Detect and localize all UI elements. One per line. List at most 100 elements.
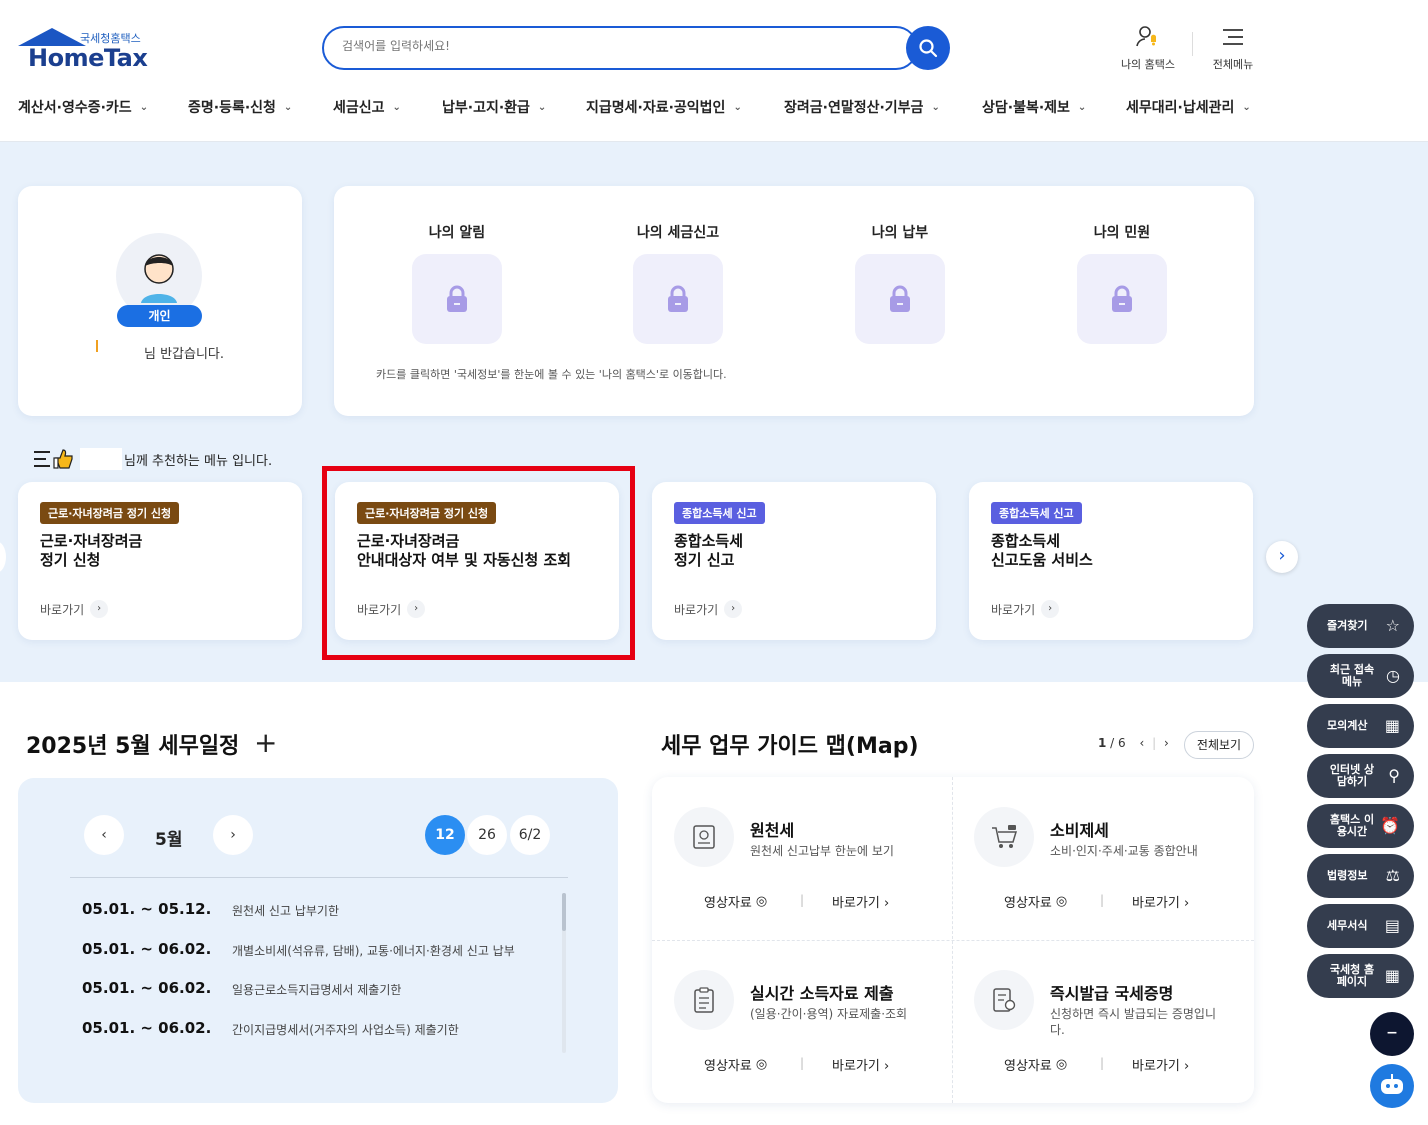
shortcut-label: 바로가기 xyxy=(832,896,880,911)
recommend-card-title: 종합소득세 신고도움 서비스 xyxy=(991,532,1093,570)
quick-law-button[interactable]: 법령정보 ⚖ xyxy=(1307,854,1414,898)
tile-box xyxy=(412,254,502,344)
date-chip[interactable]: 26 xyxy=(467,815,507,855)
video-link[interactable]: 영상자료 ◎ xyxy=(704,892,767,911)
schedule-list: 05.01. ~ 05.12. 원천세 신고 납부기한 05.01. ~ 06.0… xyxy=(82,900,552,1058)
carousel-next-button[interactable]: › xyxy=(1266,541,1298,573)
video-link[interactable]: 영상자료 ◎ xyxy=(704,1055,767,1074)
gnb-item[interactable]: 계산서·영수증·카드 ⌄ xyxy=(18,96,188,118)
gnb-item[interactable]: 세무대리·납세관리 ⌄ xyxy=(1126,96,1266,118)
chevron-down-icon: ⌄ xyxy=(392,101,401,113)
quick-forms-button[interactable]: 세무서식 ▤ xyxy=(1307,904,1414,948)
recommend-card[interactable]: 종합소득세 신고 종합소득세 신고도움 서비스 바로가기 › xyxy=(969,482,1253,640)
hometax-logo[interactable]: 국세청홈택스 HomeTax xyxy=(18,26,158,72)
recommend-line1: 근로·자녀장려금 xyxy=(40,532,143,550)
gnb-label: 세무대리·납세관리 xyxy=(1126,100,1235,116)
header: 국세청홈택스 HomeTax 나의 홈택스 전체메뉴 계산서·영수증·카드 ⌄ 증… xyxy=(0,0,1428,142)
tile-label: 나의 납부 xyxy=(871,225,929,241)
shortcut-link[interactable]: 바로가기 › xyxy=(832,892,889,911)
gnb-label: 납부·고지·환급 xyxy=(442,100,530,116)
quick-nts-button[interactable]: 국세청 홈페이지 ▦ xyxy=(1307,954,1414,998)
shortcut-link[interactable]: 바로가기 › xyxy=(832,1055,889,1074)
month-prev-button[interactable]: ‹ xyxy=(84,815,124,855)
schedule-month: 5월 xyxy=(155,830,183,850)
pager-current: 1 xyxy=(1098,736,1107,750)
chevron-right-icon[interactable]: › xyxy=(1164,736,1169,750)
quick-label: 모의계산 xyxy=(1327,719,1368,732)
schedule-row[interactable]: 05.01. ~ 06.02. 개별소비세(석유류, 담배), 교통·에너지·환경… xyxy=(82,940,552,980)
guide-item: 소비제세 소비·인지·주세·교통 종합안내 영상자료 ◎ | 바로가기 › xyxy=(952,777,1252,940)
quick-consult-button[interactable]: 인터넷 상담하기 ⚲ xyxy=(1307,754,1414,798)
schedule-row[interactable]: 05.01. ~ 05.12. 원천세 신고 납부기한 xyxy=(82,900,552,940)
chevron-right-icon: › xyxy=(883,1059,890,1074)
video-label: 영상자료 xyxy=(1004,896,1052,911)
schedule-desc: 원천세 신고 납부기한 xyxy=(232,904,339,918)
video-link[interactable]: 영상자료 ◎ xyxy=(1004,892,1067,911)
guide-item-name: 실시간 소득자료 제출 xyxy=(750,984,894,1003)
tile-my-notice[interactable]: 나의 알림 xyxy=(412,222,502,344)
schedule-date: 05.01. ~ 06.02. xyxy=(82,1018,212,1037)
quick-recent-button[interactable]: 최근 접속메뉴 ◷ xyxy=(1307,654,1414,698)
calculator-icon: ▦ xyxy=(1384,716,1400,735)
tile-my-civil[interactable]: 나의 민원 xyxy=(1077,222,1167,344)
plus-icon[interactable]: + xyxy=(254,726,277,759)
guide-item-name: 소비제세 xyxy=(1050,821,1109,840)
tile-box xyxy=(1077,254,1167,344)
shortcut-label: 바로가기 xyxy=(674,602,719,617)
collapse-quick-menu-button[interactable]: – xyxy=(1370,1012,1414,1056)
gnb-label: 증명·등록·신청 xyxy=(188,100,276,116)
guide-item-desc: 원천세 신고납부 한눈에 보기 xyxy=(750,844,894,858)
guide-title: 세무 업무 가이드 맵(Map) xyxy=(661,734,919,759)
shortcut-link[interactable]: 바로가기 › xyxy=(991,600,1060,618)
gnb-item[interactable]: 납부·고지·환급 ⌄ xyxy=(442,96,586,118)
gnb-item[interactable]: 세금신고 ⌄ xyxy=(333,96,442,118)
gnb-item[interactable]: 장려금·연말정산·기부금 ⌄ xyxy=(784,96,982,118)
schedule-date: 05.01. ~ 05.12. xyxy=(82,900,212,918)
gnb-item[interactable]: 상담·불복·제보 ⌄ xyxy=(982,96,1126,118)
quick-calc-button[interactable]: 모의계산 ▦ xyxy=(1307,704,1414,748)
header-divider xyxy=(1192,32,1193,56)
chat-icon: ⚲ xyxy=(1388,766,1400,785)
guide-item-desc: (일용·간이·용역) 자료제출·조회 xyxy=(750,1007,908,1021)
gnb-item[interactable]: 증명·등록·신청 ⌄ xyxy=(188,96,333,118)
chevron-right-icon: › xyxy=(1041,600,1060,618)
view-all-button[interactable]: 전체보기 xyxy=(1184,731,1254,759)
chevron-left-icon[interactable]: ‹ xyxy=(1140,736,1145,750)
search-box xyxy=(322,26,918,70)
cart-icon xyxy=(974,807,1034,867)
date-chip-active[interactable]: 12 xyxy=(425,815,465,855)
link-separator: | xyxy=(1100,1056,1105,1070)
tile-my-tax-report[interactable]: 나의 세금신고 xyxy=(633,222,723,344)
date-chip[interactable]: 6/2 xyxy=(510,815,550,855)
recommend-card[interactable]: 근로·자녀장려금 정기 신청 근로·자녀장려금 정기 신청 바로가기 › xyxy=(18,482,302,640)
gnb-item[interactable]: 지급명세·자료·공익법인 ⌄ xyxy=(586,96,784,118)
recommend-card[interactable]: 종합소득세 신고 종합소득세 정기 신고 바로가기 › xyxy=(652,482,936,640)
document-icon xyxy=(674,807,734,867)
tile-my-payment[interactable]: 나의 납부 xyxy=(855,222,945,344)
pager-total: 6 xyxy=(1118,736,1126,750)
chatbot-button[interactable] xyxy=(1370,1064,1414,1108)
video-label: 영상자료 xyxy=(704,896,752,911)
video-link[interactable]: 영상자료 ◎ xyxy=(1004,1055,1067,1074)
quick-favorites-button[interactable]: 즐겨찾기 ☆ xyxy=(1307,604,1414,648)
shortcut-link[interactable]: 바로가기 › xyxy=(674,600,743,618)
lock-icon xyxy=(1112,285,1132,312)
tile-label: 나의 세금신고 xyxy=(636,225,720,241)
shortcut-link[interactable]: 바로가기 › xyxy=(1132,1055,1189,1074)
shortcut-label: 바로가기 xyxy=(1132,896,1180,911)
schedule-row[interactable]: 05.01. ~ 06.02. 간이지급명세서(거주자의 사업소득) 제출기한 xyxy=(82,1019,552,1059)
shortcut-link[interactable]: 바로가기 › xyxy=(1132,892,1189,911)
shortcut-link[interactable]: 바로가기 › xyxy=(40,600,109,618)
search-button[interactable] xyxy=(906,26,950,70)
search-icon xyxy=(919,39,938,58)
search-input[interactable] xyxy=(342,39,862,53)
month-next-button[interactable]: › xyxy=(213,815,253,855)
my-hometax-button[interactable]: 나의 홈택스 xyxy=(1118,24,1178,72)
schedule-desc: 일용근로소득지급명세서 제출기한 xyxy=(232,983,402,997)
guide-item-desc: 소비·인지·주세·교통 종합안내 xyxy=(1050,844,1198,858)
quick-hours-button[interactable]: 홈택스 이용시간 ⏰ xyxy=(1307,804,1414,848)
scrollbar-thumb[interactable] xyxy=(562,893,566,931)
all-menu-button[interactable]: 전체메뉴 xyxy=(1203,24,1263,72)
schedule-row[interactable]: 05.01. ~ 06.02. 일용근로소득지급명세서 제출기한 xyxy=(82,979,552,1019)
recommend-line2: 정기 신청 xyxy=(40,551,101,569)
